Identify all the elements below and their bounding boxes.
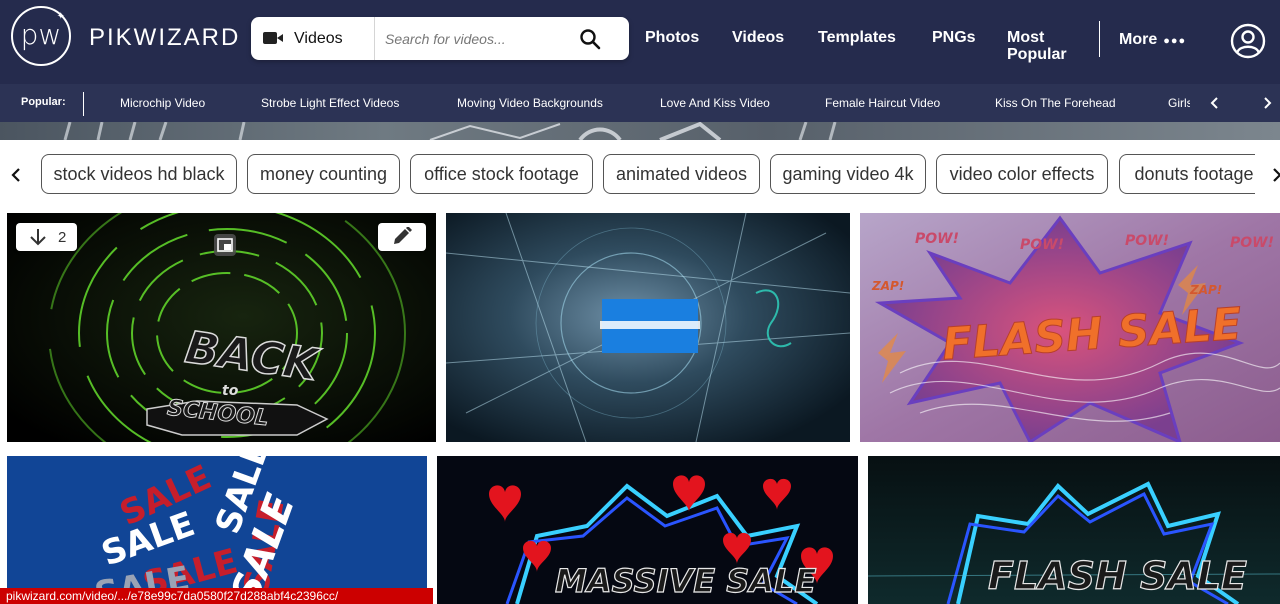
download-arrow-icon — [30, 229, 46, 246]
picture-in-picture-icon[interactable] — [214, 234, 236, 256]
pencil-icon — [394, 227, 412, 244]
popular-item-clipped[interactable]: Girls — [1168, 84, 1190, 122]
edit-button[interactable] — [378, 223, 426, 251]
nav-templates[interactable]: Templates — [818, 29, 896, 46]
pow-text: POW! — [1230, 235, 1274, 251]
popular-divider — [83, 92, 84, 116]
top-navigation: pw ✦ PIKWIZARD Videos Photos Videos Temp… — [0, 0, 1280, 84]
tag-chip[interactable]: gaming video 4k — [770, 154, 926, 194]
nav-most-popular-line2: Popular — [1007, 46, 1067, 63]
video-card[interactable]: FLASH SALE — [868, 456, 1280, 604]
status-bar-url: pikwizard.com/video/.../e78e99c7da0580f2… — [0, 588, 433, 604]
video-thumbnail — [446, 213, 850, 442]
popular-item[interactable]: Love And Kiss Video — [660, 96, 770, 110]
popular-item[interactable]: Strobe Light Effect Videos — [261, 96, 399, 110]
pow-text: POW! — [1020, 237, 1064, 253]
hero-banner-strip — [0, 122, 1280, 140]
nav-photos[interactable]: Photos — [645, 29, 699, 46]
pikwizard-logo[interactable]: pw ✦ — [11, 6, 71, 66]
user-account-icon[interactable] — [1230, 23, 1266, 59]
video-card[interactable]: SALE SALE SALE SALE SALE SALE SALE — [7, 456, 427, 604]
zap-text: ZAP! — [872, 279, 905, 293]
card-title: FLASH SALE — [987, 553, 1247, 598]
video-thumbnail: SALE SALE SALE SALE SALE SALE — [7, 456, 427, 604]
pow-text: POW! — [1125, 233, 1169, 249]
tag-chip[interactable]: animated videos — [603, 154, 760, 194]
search-type-label: Videos — [294, 30, 343, 47]
video-card[interactable] — [446, 213, 850, 442]
popular-label: Popular: — [21, 96, 66, 108]
popular-item[interactable]: Kiss On The Forehead — [995, 96, 1116, 110]
tag-chip[interactable]: video color effects — [936, 154, 1108, 194]
chevron-right-icon[interactable] — [1268, 166, 1280, 184]
popular-item[interactable]: Female Haircut Video — [825, 96, 940, 110]
video-card[interactable]: POW! POW! POW! POW! ZAP! ZAP! FLASH SALE — [860, 213, 1280, 442]
more-dots-icon: ●●● — [1163, 35, 1187, 47]
nav-pngs[interactable]: PNGs — [932, 29, 976, 46]
nav-most-popular-line1: Most — [1007, 29, 1045, 46]
chevron-right-icon[interactable] — [1260, 96, 1274, 110]
tag-chip: donuts footage — [1119, 154, 1255, 194]
sparkle-icon: ✦ — [56, 11, 65, 22]
logo-text: pw — [20, 18, 62, 51]
video-card[interactable]: BACK to SCHOOL 2 — [7, 213, 436, 442]
nav-videos[interactable]: Videos — [732, 29, 784, 46]
card-title-line2: to — [222, 383, 239, 399]
chevron-left-icon[interactable] — [1208, 96, 1222, 110]
hero-background-image — [63, 122, 837, 140]
nav-most-popular[interactable]: Most Popular — [1007, 29, 1067, 63]
chevron-left-icon[interactable] — [7, 166, 25, 184]
nav-divider — [1099, 21, 1100, 57]
zap-text: ZAP! — [1190, 283, 1223, 297]
nav-more[interactable]: More ●●● — [1119, 31, 1186, 50]
popular-item[interactable]: Moving Video Backgrounds — [457, 96, 603, 110]
card-title: MASSIVE SALE — [554, 561, 817, 600]
tag-chip-clipped[interactable]: donuts footage — [1119, 154, 1255, 194]
search-type-dropdown[interactable]: Videos — [251, 17, 375, 60]
search-icon[interactable] — [578, 27, 602, 51]
tag-chip[interactable]: stock videos hd black — [41, 154, 237, 194]
search-input[interactable] — [385, 27, 575, 51]
video-card[interactable]: MASSIVE SALE — [437, 456, 858, 604]
video-camera-icon — [263, 32, 283, 44]
download-count-badge[interactable]: 2 — [16, 223, 77, 251]
related-tags-row: stock videos hd black money counting off… — [0, 140, 1280, 210]
popular-item-label: Girls — [1168, 96, 1190, 110]
nav-more-label: More — [1119, 31, 1158, 48]
popular-item[interactable]: Microchip Video — [120, 96, 205, 110]
brand-name[interactable]: PIKWIZARD — [89, 24, 240, 52]
tag-chip[interactable]: office stock footage — [410, 154, 593, 194]
pow-text: POW! — [915, 231, 959, 247]
popular-searches-bar: Popular: Microchip Video Strobe Light Ef… — [0, 84, 1280, 122]
download-count: 2 — [58, 229, 67, 246]
search-bar: Videos — [251, 17, 629, 60]
tag-chip[interactable]: money counting — [247, 154, 400, 194]
